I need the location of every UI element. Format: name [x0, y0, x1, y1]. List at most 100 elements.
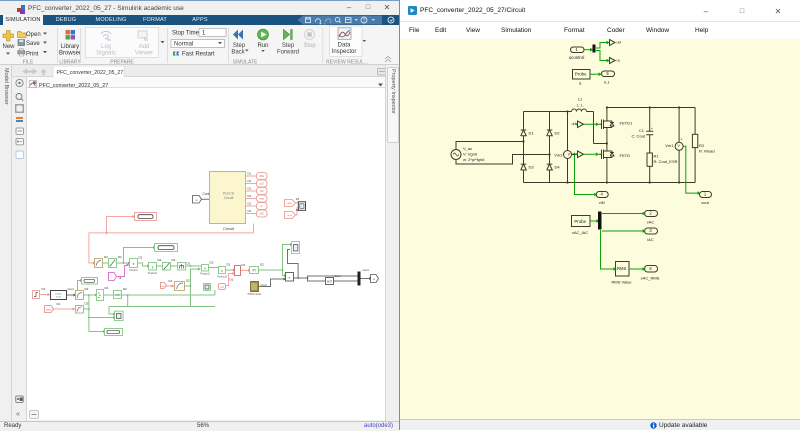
svg-text:R1: R1	[654, 154, 660, 159]
svg-text:C: Cout: C: Cout	[631, 134, 645, 139]
svg-text:Save: Save	[26, 41, 40, 47]
svg-text:vIN: vIN	[599, 200, 605, 205]
svg-text:PWM Carrier: PWM Carrier	[248, 293, 262, 296]
svg-text:D2: D2	[105, 286, 109, 290]
svg-text:vm: vm	[162, 286, 165, 288]
svg-text:R: Rload: R: Rload	[699, 149, 715, 154]
svg-text:D2: D2	[172, 258, 176, 262]
svg-text:Forward: Forward	[277, 50, 299, 56]
svg-text:D2: D2	[555, 131, 561, 136]
svg-text:4: 4	[601, 191, 604, 196]
svg-text:Cont: Cont	[363, 268, 370, 272]
svg-text:3: 3	[649, 228, 652, 233]
svg-text:V: Vgrid: V: Vgrid	[463, 152, 477, 157]
svg-text:D1: D1	[248, 187, 252, 191]
svg-text:6: 6	[649, 266, 652, 271]
svg-text:uLG: uLG	[260, 183, 265, 185]
svg-text:Cont: Cont	[68, 287, 75, 291]
svg-text:PI: PI	[252, 269, 255, 273]
svg-text:D2: D2	[118, 255, 122, 259]
svg-text:?: ?	[362, 18, 365, 24]
svg-text:uLG: uLG	[287, 215, 291, 217]
svg-text:Library: Library	[61, 44, 79, 50]
svg-text:Circuit: Circuit	[224, 196, 234, 200]
svg-text:Vm1: Vm1	[665, 143, 674, 148]
svg-text:Step: Step	[233, 43, 246, 49]
svg-text:Circuit: Circuit	[223, 226, 235, 231]
svg-text:D2: D2	[85, 287, 89, 291]
svg-text:D1: D1	[248, 202, 252, 206]
svg-text:R2: R2	[699, 143, 705, 148]
svg-text:1: 1	[704, 191, 707, 196]
svg-text:FETD: FETD	[620, 153, 631, 158]
svg-text:Normal: Normal	[174, 42, 193, 48]
svg-text:Vm2: Vm2	[554, 153, 563, 158]
svg-text:R: Cout_ESR: R: Cout_ESR	[654, 159, 678, 164]
svg-text:D2: D2	[104, 255, 108, 259]
svg-text:Product2: Product2	[200, 273, 210, 276]
svg-text:New: New	[2, 44, 15, 50]
svg-text:D1: D1	[248, 172, 252, 176]
svg-text:D2: D2	[186, 279, 190, 283]
svg-text:D2: D2	[139, 256, 143, 260]
svg-text:uH: uH	[572, 122, 577, 126]
svg-text:iL1: iL1	[604, 80, 610, 85]
svg-text:Probe: Probe	[574, 219, 586, 224]
svg-text:V: V	[568, 152, 571, 156]
svg-text:uHG: uHG	[259, 176, 264, 178]
svg-text:2: 2	[649, 211, 652, 216]
svg-text:Stop: Stop	[303, 43, 316, 49]
svg-text:D2: D2	[158, 258, 162, 262]
svg-text:L1: L1	[578, 97, 583, 102]
svg-text:D1: D1	[296, 208, 300, 212]
svg-text:D1: D1	[248, 194, 252, 198]
svg-text:D3: D3	[529, 165, 535, 170]
svg-text:1: 1	[576, 47, 579, 52]
svg-text:NOT: NOT	[327, 280, 333, 284]
svg-text:D1: D1	[57, 302, 61, 306]
svg-text:L: L: L: L	[577, 103, 584, 108]
svg-text:1000/z: 1000/z	[55, 294, 62, 296]
svg-text:uL: uL	[572, 152, 576, 156]
svg-text:RMS: RMS	[617, 266, 627, 271]
svg-text:vAC: vAC	[647, 220, 655, 225]
svg-text:Probe: Probe	[575, 72, 587, 77]
svg-text:vout: vout	[260, 197, 265, 200]
svg-text:vout: vout	[701, 200, 709, 205]
svg-text:D1: D1	[230, 278, 234, 282]
svg-text:vAC_RMS: vAC_RMS	[641, 276, 660, 281]
svg-text:+: +	[681, 138, 683, 142]
svg-text:Viewer: Viewer	[135, 51, 153, 57]
svg-text:D1: D1	[529, 131, 535, 136]
svg-text:Signals: Signals	[96, 51, 116, 57]
svg-text:Cont: Cont	[335, 274, 342, 278]
svg-text:Cont: Cont	[261, 283, 268, 287]
svg-text:Step: Step	[282, 43, 295, 49]
svg-text:iL: iL	[579, 81, 583, 86]
svg-text:w: 2*pi*fgrid: w: 2*pi*fgrid	[463, 157, 484, 162]
svg-text:Fast Restart: Fast Restart	[182, 52, 215, 58]
svg-text:Add: Add	[139, 44, 150, 50]
svg-text:Tr=Ts: Tr=Ts	[56, 296, 62, 299]
svg-text:vAC_iAC: vAC_iAC	[572, 230, 588, 235]
svg-text:vAC: vAC	[260, 212, 265, 215]
svg-text:V_ac: V_ac	[463, 146, 472, 151]
svg-text:PWM: PWM	[115, 294, 121, 297]
svg-text:Browser: Browser	[59, 51, 81, 57]
svg-text:vff: vff	[119, 276, 122, 280]
svg-text:D2: D2	[260, 263, 264, 267]
svg-text:D4: D4	[555, 165, 561, 170]
svg-text:C1: C1	[639, 128, 645, 133]
svg-text:Data: Data	[338, 43, 351, 49]
svg-text:D1: D1	[248, 179, 252, 183]
svg-text:+: +	[651, 127, 653, 131]
svg-text:Product3: Product3	[217, 276, 227, 279]
svg-text:D2: D2	[123, 287, 127, 291]
svg-text:Back: Back	[231, 50, 245, 56]
svg-text:FETD1: FETD1	[620, 121, 633, 126]
svg-text:Product: Product	[129, 269, 138, 272]
svg-text:RMS Value: RMS Value	[612, 280, 633, 285]
svg-text:PFC_converter_2022_05_27: PFC_converter_2022_05_27	[57, 70, 124, 76]
svg-text:Stop Time: Stop Time	[172, 31, 200, 37]
svg-text:Log: Log	[101, 44, 111, 50]
